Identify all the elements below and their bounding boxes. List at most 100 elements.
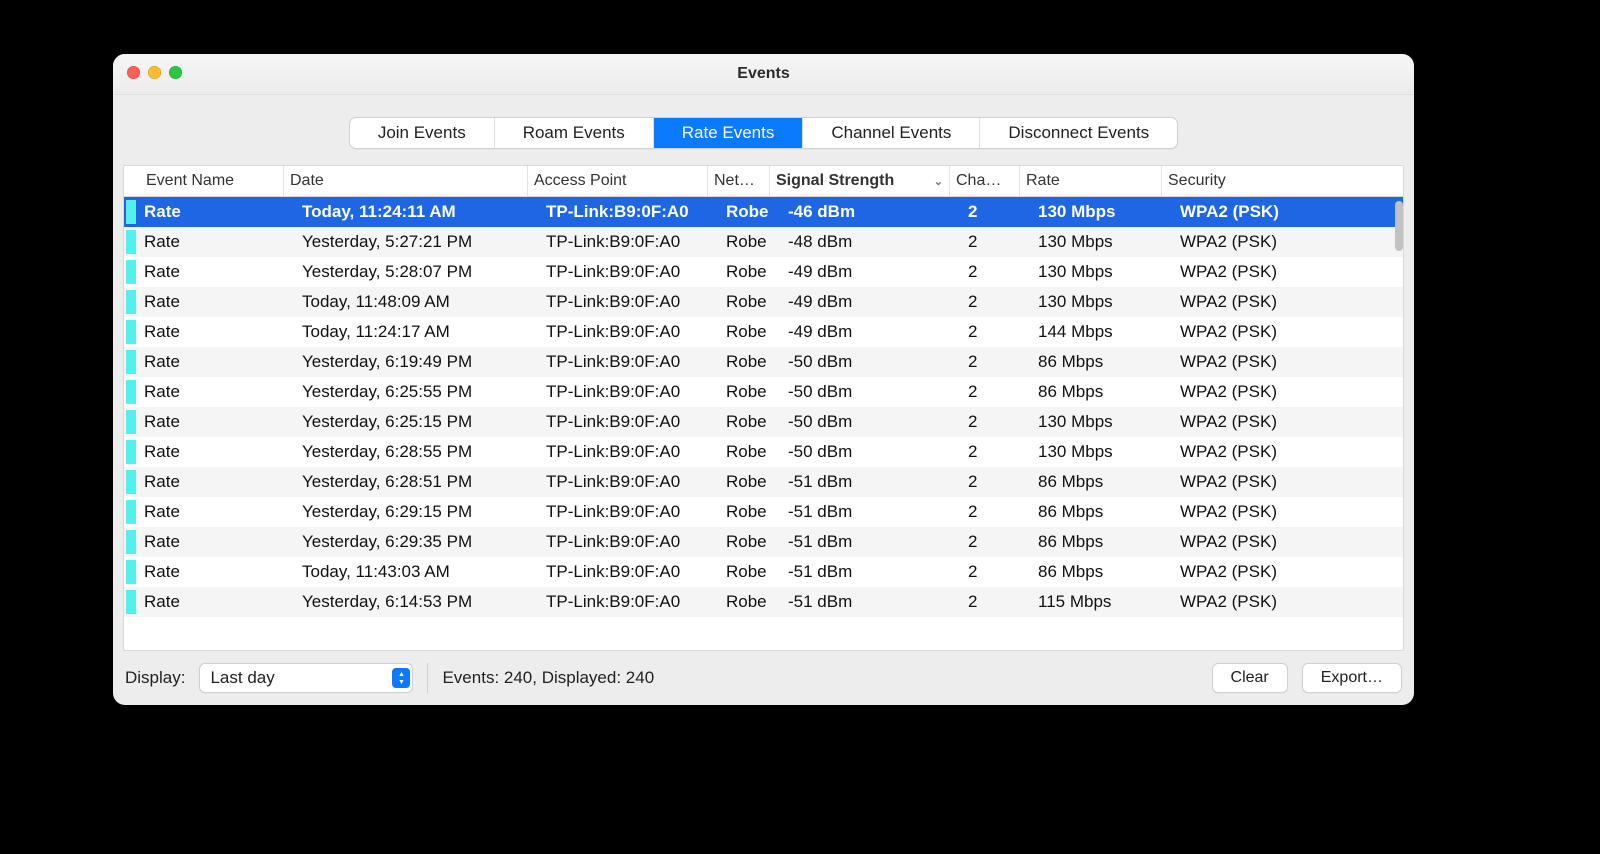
cell-rate: 130 Mbps xyxy=(1032,262,1174,282)
cell-signal-strength: -49 dBm xyxy=(782,262,962,282)
row-color-chip xyxy=(126,200,136,224)
minimize-window-button[interactable] xyxy=(148,66,161,79)
row-color-chip xyxy=(126,560,136,584)
cell-date: Yesterday, 6:25:15 PM xyxy=(296,412,540,432)
fullscreen-window-button[interactable] xyxy=(169,66,182,79)
cell-security: WPA2 (PSK) xyxy=(1174,472,1403,492)
titlebar: Events xyxy=(113,54,1414,95)
cell-network: Robe xyxy=(720,532,782,552)
cell-event-name: Rate xyxy=(136,442,296,462)
cell-channel: 2 xyxy=(962,232,1032,252)
cell-security: WPA2 (PSK) xyxy=(1174,322,1403,342)
row-color-chip xyxy=(126,410,136,434)
events-count-status: Events: 240, Displayed: 240 xyxy=(442,668,654,688)
cell-signal-strength: -49 dBm xyxy=(782,292,962,312)
column-rate[interactable]: Rate xyxy=(1020,166,1162,196)
table-row[interactable]: RateYesterday, 6:19:49 PMTP-Link:B9:0F:A… xyxy=(124,347,1403,377)
cell-security: WPA2 (PSK) xyxy=(1174,352,1403,372)
cell-event-name: Rate xyxy=(136,472,296,492)
table-row[interactable]: RateYesterday, 5:27:21 PMTP-Link:B9:0F:A… xyxy=(124,227,1403,257)
cell-access-point: TP-Link:B9:0F:A0 xyxy=(540,352,720,372)
cell-date: Today, 11:43:03 AM xyxy=(296,562,540,582)
cell-rate: 130 Mbps xyxy=(1032,292,1174,312)
tab-channel-events[interactable]: Channel Events xyxy=(803,118,980,148)
cell-rate: 115 Mbps xyxy=(1032,592,1174,612)
cell-date: Yesterday, 5:28:07 PM xyxy=(296,262,540,282)
column-channel[interactable]: Cha… xyxy=(950,166,1020,196)
row-color-chip xyxy=(126,500,136,524)
table-body[interactable]: RateToday, 11:24:11 AMTP-Link:B9:0F:A0Ro… xyxy=(124,197,1403,650)
row-color-chip xyxy=(126,320,136,344)
cell-event-name: Rate xyxy=(136,262,296,282)
cell-network: Robe xyxy=(720,412,782,432)
footer-divider xyxy=(427,663,428,693)
tab-rate-events[interactable]: Rate Events xyxy=(654,118,804,148)
column-event-name[interactable]: Event Name xyxy=(124,166,284,196)
tab-roam-events[interactable]: Roam Events xyxy=(495,118,654,148)
table-row[interactable]: RateYesterday, 6:25:15 PMTP-Link:B9:0F:A… xyxy=(124,407,1403,437)
tab-disconnect-events[interactable]: Disconnect Events xyxy=(980,118,1177,148)
close-window-button[interactable] xyxy=(127,66,140,79)
table-row[interactable]: RateYesterday, 6:29:15 PMTP-Link:B9:0F:A… xyxy=(124,497,1403,527)
cell-event-name: Rate xyxy=(136,502,296,522)
cell-network: Robe xyxy=(720,232,782,252)
clear-button[interactable]: Clear xyxy=(1212,663,1288,693)
cell-network: Robe xyxy=(720,382,782,402)
cell-channel: 2 xyxy=(962,502,1032,522)
column-network[interactable]: Net… xyxy=(708,166,770,196)
column-access-point[interactable]: Access Point xyxy=(528,166,708,196)
export-button[interactable]: Export… xyxy=(1302,663,1402,693)
cell-event-name: Rate xyxy=(136,232,296,252)
column-signal-strength[interactable]: Signal Strength ⌄ xyxy=(770,166,950,196)
cell-security: WPA2 (PSK) xyxy=(1174,442,1403,462)
tab-join-events[interactable]: Join Events xyxy=(350,118,495,148)
cell-access-point: TP-Link:B9:0F:A0 xyxy=(540,382,720,402)
cell-security: WPA2 (PSK) xyxy=(1174,592,1403,612)
cell-event-name: Rate xyxy=(136,382,296,402)
table-row[interactable]: RateToday, 11:48:09 AMTP-Link:B9:0F:A0Ro… xyxy=(124,287,1403,317)
cell-channel: 2 xyxy=(962,562,1032,582)
cell-signal-strength: -51 dBm xyxy=(782,592,962,612)
table-row[interactable]: RateYesterday, 6:14:53 PMTP-Link:B9:0F:A… xyxy=(124,587,1403,617)
column-security[interactable]: Security xyxy=(1162,166,1403,196)
cell-event-name: Rate xyxy=(136,412,296,432)
cell-access-point: TP-Link:B9:0F:A0 xyxy=(540,592,720,612)
cell-network: Robe xyxy=(720,562,782,582)
display-filter-select[interactable]: Last day ▲▼ xyxy=(199,663,413,693)
table-row[interactable]: RateToday, 11:24:11 AMTP-Link:B9:0F:A0Ro… xyxy=(124,197,1403,227)
row-color-chip xyxy=(126,530,136,554)
table-row[interactable]: RateYesterday, 6:28:51 PMTP-Link:B9:0F:A… xyxy=(124,467,1403,497)
footer-bar: Display: Last day ▲▼ Events: 240, Displa… xyxy=(113,651,1414,705)
table-row[interactable]: RateToday, 11:24:17 AMTP-Link:B9:0F:A0Ro… xyxy=(124,317,1403,347)
cell-network: Robe xyxy=(720,352,782,372)
cell-channel: 2 xyxy=(962,262,1032,282)
cell-date: Yesterday, 5:27:21 PM xyxy=(296,232,540,252)
column-date[interactable]: Date xyxy=(284,166,528,196)
table-row[interactable]: RateToday, 11:43:03 AMTP-Link:B9:0F:A0Ro… xyxy=(124,557,1403,587)
cell-channel: 2 xyxy=(962,322,1032,342)
cell-rate: 130 Mbps xyxy=(1032,442,1174,462)
cell-signal-strength: -50 dBm xyxy=(782,412,962,432)
cell-security: WPA2 (PSK) xyxy=(1174,502,1403,522)
display-filter-label: Display: xyxy=(125,668,185,688)
table-row[interactable]: RateYesterday, 6:28:55 PMTP-Link:B9:0F:A… xyxy=(124,437,1403,467)
cell-network: Robe xyxy=(720,322,782,342)
cell-channel: 2 xyxy=(962,532,1032,552)
cell-channel: 2 xyxy=(962,442,1032,462)
cell-rate: 86 Mbps xyxy=(1032,532,1174,552)
table-row[interactable]: RateYesterday, 6:25:55 PMTP-Link:B9:0F:A… xyxy=(124,377,1403,407)
cell-signal-strength: -49 dBm xyxy=(782,322,962,342)
cell-channel: 2 xyxy=(962,352,1032,372)
cell-date: Yesterday, 6:19:49 PM xyxy=(296,352,540,372)
cell-date: Yesterday, 6:25:55 PM xyxy=(296,382,540,402)
table-row[interactable]: RateYesterday, 5:28:07 PMTP-Link:B9:0F:A… xyxy=(124,257,1403,287)
cell-signal-strength: -51 dBm xyxy=(782,502,962,522)
scrollbar-thumb[interactable] xyxy=(1395,201,1403,251)
cell-network: Robe xyxy=(720,472,782,492)
table-row[interactable]: RateYesterday, 6:29:35 PMTP-Link:B9:0F:A… xyxy=(124,527,1403,557)
cell-signal-strength: -48 dBm xyxy=(782,232,962,252)
cell-security: WPA2 (PSK) xyxy=(1174,262,1403,282)
cell-security: WPA2 (PSK) xyxy=(1174,412,1403,432)
cell-access-point: TP-Link:B9:0F:A0 xyxy=(540,562,720,582)
column-signal-strength-label: Signal Strength xyxy=(776,172,894,190)
